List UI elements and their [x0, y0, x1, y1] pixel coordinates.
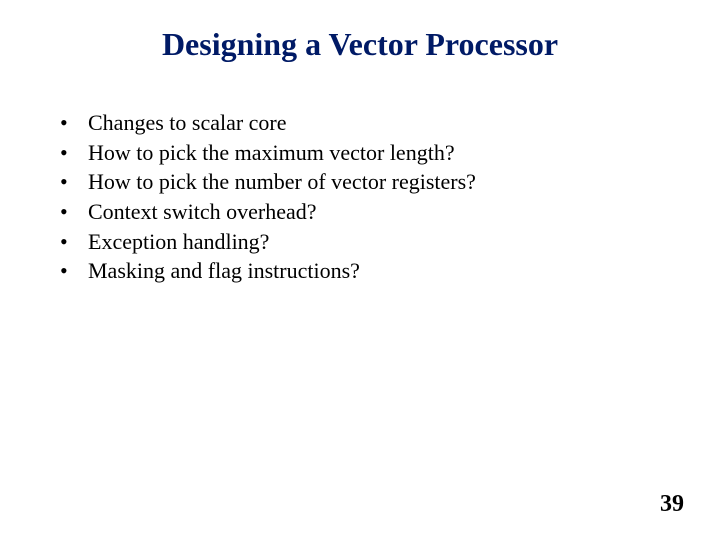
slide: Designing a Vector Processor • Changes t…: [0, 0, 720, 540]
bullet-icon: •: [60, 256, 88, 286]
slide-title: Designing a Vector Processor: [0, 26, 720, 63]
bullet-text: How to pick the maximum vector length?: [88, 138, 455, 168]
page-number: 39: [660, 491, 684, 518]
list-item: • Changes to scalar core: [60, 108, 660, 138]
bullet-text: Context switch overhead?: [88, 197, 317, 227]
list-item: • Masking and flag instructions?: [60, 256, 660, 286]
list-item: • Exception handling?: [60, 227, 660, 257]
bullet-text: How to pick the number of vector registe…: [88, 167, 476, 197]
bullet-icon: •: [60, 227, 88, 257]
list-item: • How to pick the maximum vector length?: [60, 138, 660, 168]
bullet-icon: •: [60, 197, 88, 227]
bullet-text: Changes to scalar core: [88, 108, 287, 138]
list-item: • How to pick the number of vector regis…: [60, 167, 660, 197]
bullet-text: Masking and flag instructions?: [88, 256, 360, 286]
bullet-icon: •: [60, 108, 88, 138]
bullet-icon: •: [60, 138, 88, 168]
bullet-text: Exception handling?: [88, 227, 269, 257]
list-item: • Context switch overhead?: [60, 197, 660, 227]
bullet-list: • Changes to scalar core • How to pick t…: [60, 108, 660, 286]
bullet-icon: •: [60, 167, 88, 197]
